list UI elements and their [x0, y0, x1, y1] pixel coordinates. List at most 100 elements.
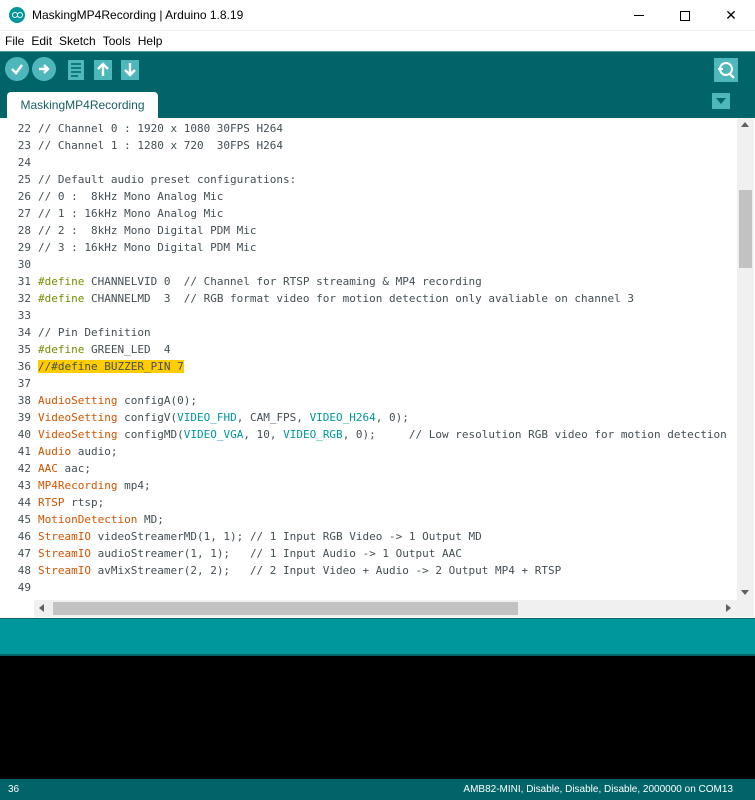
- scrollbar-corner: [737, 600, 754, 617]
- code-line[interactable]: // Default audio preset configurations:: [38, 171, 738, 188]
- line-number: 49: [17, 581, 31, 594]
- line-number: 23: [17, 139, 31, 152]
- window-title: MaskingMP4Recording | Arduino 1.8.19: [32, 8, 244, 22]
- save-button[interactable]: [119, 58, 141, 82]
- code-line[interactable]: AAC aac;: [38, 460, 738, 477]
- line-number: 24: [17, 156, 31, 169]
- menu-bar: File Edit Sketch Tools Help: [0, 31, 755, 51]
- code-line[interactable]: // 0 : 8kHz Mono Analog Mic: [38, 188, 738, 205]
- line-number: 27: [17, 207, 31, 220]
- code-line[interactable]: MotionDetection MD;: [38, 511, 738, 528]
- code-line[interactable]: [38, 307, 738, 324]
- code-line[interactable]: // Channel 1 : 1280 x 720 30FPS H264: [38, 137, 738, 154]
- open-arrow-up-icon: [94, 60, 112, 80]
- line-number: 37: [17, 377, 31, 390]
- board-info: AMB82-MINI, Disable, Disable, Disable, 2…: [463, 784, 733, 795]
- code-line[interactable]: RTSP rtsp;: [38, 494, 738, 511]
- open-button[interactable]: [92, 58, 114, 82]
- line-number: 45: [17, 513, 31, 526]
- line-number: 46: [17, 530, 31, 543]
- code-line[interactable]: AudioSetting configA(0);: [38, 392, 738, 409]
- horizontal-scrollbar[interactable]: [34, 600, 737, 617]
- upload-button[interactable]: [32, 57, 56, 81]
- line-number: 39: [17, 411, 31, 424]
- line-number: 42: [17, 462, 31, 475]
- code-line[interactable]: StreamIO avMixStreamer(2, 2); // 2 Input…: [38, 562, 738, 579]
- line-number: 34: [17, 326, 31, 339]
- code-line[interactable]: MP4Recording mp4;: [38, 477, 738, 494]
- scroll-left-icon[interactable]: [39, 604, 44, 612]
- status-bar: 36 AMB82-MINI, Disable, Disable, Disable…: [0, 779, 755, 800]
- line-number: 28: [17, 224, 31, 237]
- minimize-button[interactable]: [616, 0, 662, 31]
- horizontal-scroll-thumb[interactable]: [53, 602, 518, 615]
- code-line[interactable]: // 1 : 16kHz Mono Analog Mic: [38, 205, 738, 222]
- new-button[interactable]: [65, 58, 87, 82]
- code-editor[interactable]: 22 23 24 25 26 27 28 29 30 31 32 33 34 35 36 37 38 39 40 41…: [0, 118, 755, 618]
- line-number: 36: [17, 360, 31, 373]
- scroll-down-icon[interactable]: [741, 590, 749, 595]
- code-line[interactable]: VideoSetting configV(VIDEO_FHD, CAM_FPS,…: [38, 409, 738, 426]
- line-number: 47: [17, 547, 31, 560]
- new-file-icon: [68, 60, 84, 80]
- serial-monitor-icon: [714, 58, 738, 82]
- maximize-icon: [680, 10, 690, 21]
- code-line[interactable]: #define GREEN_LED 4: [38, 341, 738, 358]
- line-number: 29: [17, 241, 31, 254]
- maximize-button[interactable]: [662, 0, 708, 31]
- code-line[interactable]: StreamIO videoStreamerMD(1, 1); // 1 Inp…: [38, 528, 738, 545]
- line-number: 31: [17, 275, 31, 288]
- toolbar: [0, 51, 755, 86]
- code-line[interactable]: #define CHANNELVID 0 // Channel for RTSP…: [38, 273, 738, 290]
- tab-bar: MaskingMP4Recording: [0, 86, 755, 118]
- menu-help[interactable]: Help: [138, 34, 163, 48]
- code-line[interactable]: // Pin Definition: [38, 324, 738, 341]
- line-number: 26: [17, 190, 31, 203]
- line-number: 41: [17, 445, 31, 458]
- line-number: 30: [17, 258, 31, 271]
- code-line[interactable]: // 2 : 8kHz Mono Digital PDM Mic: [38, 222, 738, 239]
- line-number: 40: [17, 428, 31, 441]
- line-number: 32: [17, 292, 31, 305]
- line-number: 43: [17, 479, 31, 492]
- code-line[interactable]: VideoSetting configMD(VIDEO_VGA, 10, VID…: [38, 426, 738, 443]
- verify-button[interactable]: [5, 57, 29, 81]
- code-line[interactable]: // 3 : 16kHz Mono Digital PDM Mic: [38, 239, 738, 256]
- verify-icon: [11, 64, 23, 75]
- menu-sketch[interactable]: Sketch: [59, 34, 96, 48]
- scroll-right-icon[interactable]: [726, 604, 731, 612]
- code-line[interactable]: //#define BUZZER_PIN 7: [38, 358, 738, 375]
- line-number: 44: [17, 496, 31, 509]
- title-bar: MaskingMP4Recording | Arduino 1.8.19 ✕: [0, 0, 755, 31]
- line-number: 22: [17, 122, 31, 135]
- save-arrow-down-icon: [121, 60, 139, 80]
- code-line[interactable]: // Channel 0 : 1920 x 1080 30FPS H264: [38, 120, 738, 137]
- code-line[interactable]: [38, 375, 738, 392]
- line-number: 48: [17, 564, 31, 577]
- vertical-scroll-thumb[interactable]: [739, 190, 752, 268]
- menu-tools[interactable]: Tools: [103, 34, 131, 48]
- console-output[interactable]: [0, 654, 755, 779]
- tab-maskingmp4recording[interactable]: MaskingMP4Recording: [7, 92, 158, 118]
- code-line[interactable]: [38, 154, 738, 171]
- line-number: 35: [17, 343, 31, 356]
- code-line[interactable]: StreamIO audioStreamer(1, 1); // 1 Input…: [38, 545, 738, 562]
- minimize-icon: [634, 15, 644, 16]
- code-line[interactable]: Audio audio;: [38, 443, 738, 460]
- arduino-logo-icon: [9, 7, 25, 23]
- cursor-line-number: 36: [8, 784, 20, 795]
- vertical-scrollbar[interactable]: [737, 118, 754, 600]
- scroll-up-icon[interactable]: [741, 122, 749, 127]
- code-area[interactable]: // Channel 0 : 1920 x 1080 30FPS H264// …: [38, 120, 738, 600]
- line-number: 33: [17, 309, 31, 322]
- close-button[interactable]: ✕: [708, 0, 754, 31]
- code-line[interactable]: [38, 256, 738, 273]
- line-number-gutter: 22 23 24 25 26 27 28 29 30 31 32 33 34 35 36 37 38 39 40 41…: [0, 118, 34, 600]
- menu-edit[interactable]: Edit: [31, 34, 52, 48]
- line-number: 25: [17, 173, 31, 186]
- menu-file[interactable]: File: [5, 34, 24, 48]
- tab-menu-button[interactable]: [712, 93, 730, 109]
- code-line[interactable]: [38, 579, 738, 596]
- code-line[interactable]: #define CHANNELMD 3 // RGB format video …: [38, 290, 738, 307]
- serial-monitor-button[interactable]: [714, 58, 738, 82]
